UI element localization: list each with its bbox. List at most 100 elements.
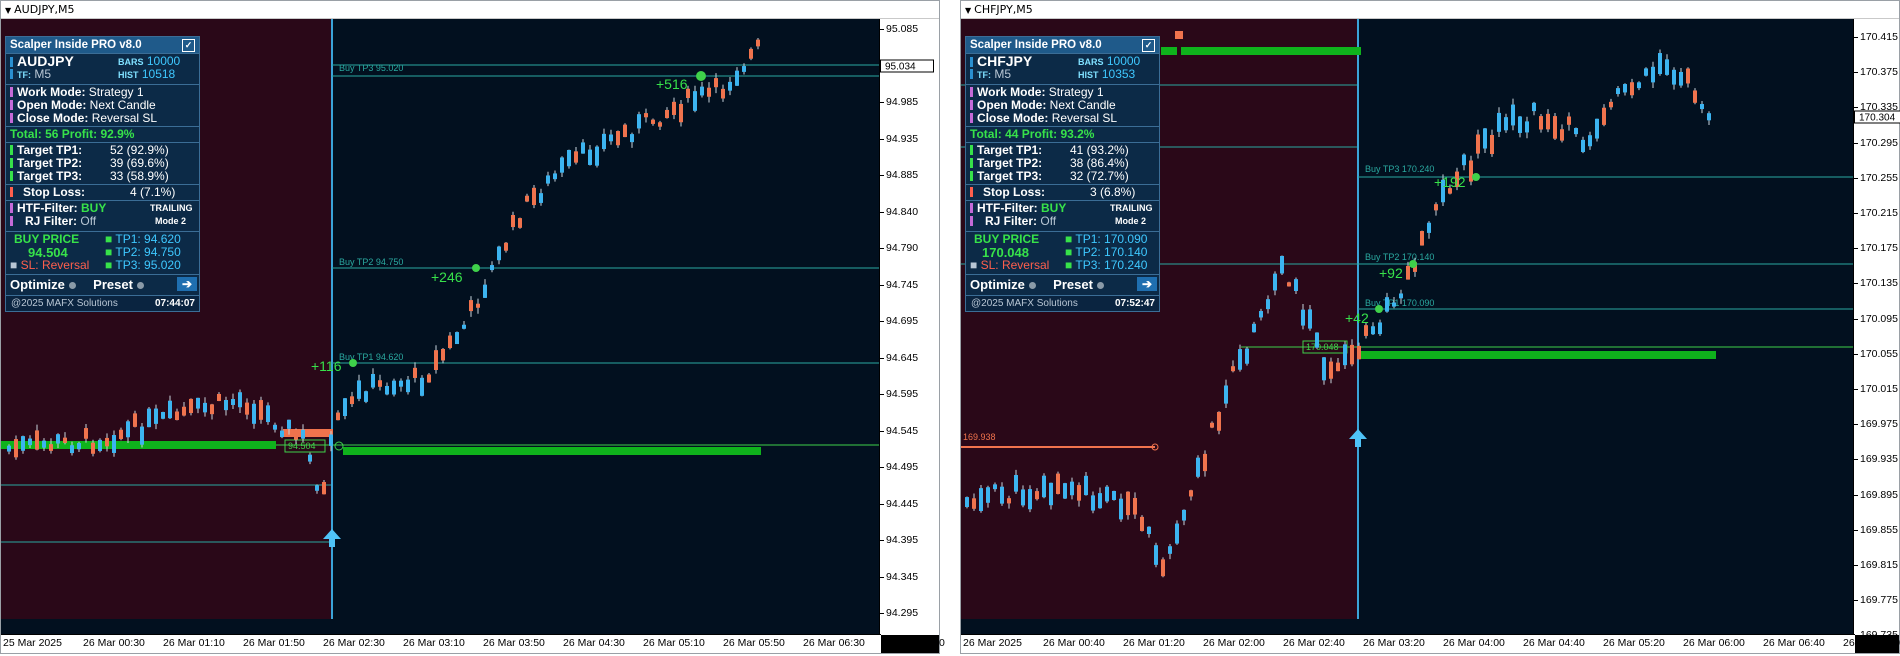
- tp3-level-label: Buy TP3 170.240: [1365, 164, 1434, 174]
- bull-candle: [1119, 498, 1123, 520]
- price-chart-plot[interactable]: Buy TP3 170.240 Buy TP2 170.140 Buy TP1 17…: [961, 19, 1855, 637]
- bull-candle: [637, 114, 641, 129]
- price-tick-label: 170.135: [1860, 277, 1898, 290]
- window-title-bar[interactable]: ▼ AUDJPY,M5: [1, 1, 939, 19]
- chart-window-right[interactable]: ▼ CHFJPY,M5 Buy TP3 170.240 Buy TP2 170.14…: [960, 0, 1900, 654]
- close-mode-value[interactable]: Reversal SL: [92, 111, 157, 125]
- htf-filter-label: HTF-Filter:: [17, 201, 78, 215]
- preset-button[interactable]: Preset: [93, 277, 133, 292]
- bull-candle: [126, 421, 130, 438]
- chart-window-left[interactable]: ▼ AUDJPY,M5 Buy TP3 95.020 Buy TP2 94.750 B…: [0, 0, 945, 656]
- bear-candle: [623, 124, 627, 138]
- panel-title: Scalper Inside PRO v8.0: [10, 39, 142, 51]
- time-tick-label: 26 Mar 01:20: [1123, 637, 1185, 649]
- optimize-toggle-icon[interactable]: [1028, 282, 1036, 290]
- tp3-hit-marker: [696, 71, 706, 81]
- preset-button[interactable]: Preset: [1053, 277, 1093, 292]
- sell-marker: [1175, 31, 1183, 39]
- bear-candle: [1007, 498, 1011, 504]
- bull-candle: [1399, 293, 1403, 299]
- panel-footer: @2025 MAFX Solutions 07:52:47: [966, 295, 1159, 311]
- optimize-button[interactable]: Optimize: [10, 277, 65, 292]
- time-tick-label: 26 Mar 03:50: [483, 637, 545, 649]
- time-tick-label: 26 Mar 04:40: [1523, 637, 1585, 649]
- bull-candle: [979, 488, 983, 511]
- open-mode-value[interactable]: Next Candle: [90, 98, 156, 112]
- bull-candle: [1063, 483, 1067, 499]
- trailing-label: TRAILING: [150, 203, 193, 213]
- bear-candle: [322, 482, 326, 495]
- window-title-bar[interactable]: ▼ CHFJPY,M5: [961, 1, 1899, 19]
- buy-price-section: BUY PRICE ■ TP1: 170.090 170.048 ■ TP2: 17…: [966, 231, 1159, 274]
- bull-candle: [42, 440, 46, 448]
- price-chart-plot[interactable]: Buy TP3 95.020 Buy TP2 94.750 Buy TP1 94.6…: [1, 19, 881, 637]
- htf-filter-value[interactable]: BUY: [1041, 201, 1066, 215]
- tp2-level-label: Buy TP2 94.750: [339, 257, 403, 267]
- bull-candle: [1021, 489, 1025, 506]
- optimize-toggle-icon[interactable]: [68, 282, 76, 290]
- price-tick-label: 170.215: [1860, 207, 1898, 219]
- time-axis[interactable]: 25 Mar 2025 26 Mar 00:30 26 Mar 01:10 26 Ma…: [1, 634, 945, 653]
- work-mode-value[interactable]: Strategy 1: [89, 85, 144, 99]
- trailing-mode[interactable]: Mode 2: [1115, 215, 1146, 228]
- time-axis[interactable]: 26 Mar 2025 26 Mar 00:40 26 Mar 01:20 26 Ma…: [961, 634, 1900, 653]
- price-tick-label: 170.375: [1860, 66, 1898, 79]
- bull-candle: [1637, 82, 1641, 89]
- trailing-mode[interactable]: Mode 2: [155, 215, 186, 228]
- bull-candle: [1623, 84, 1627, 93]
- bear-candle: [175, 411, 179, 421]
- targets-section: Target TP1: 41 (93.2%) Target TP2: 38 (86.…: [966, 142, 1159, 184]
- next-arrow-icon[interactable]: ➔: [1137, 277, 1157, 291]
- bull-candle: [1392, 302, 1396, 307]
- price-axis[interactable]: 95.085 95.034 94.985 94.935 94.885 94.840 94.7…: [879, 19, 939, 656]
- open-mode-value[interactable]: Next Candle: [1050, 98, 1116, 112]
- buy-zone-bar: [1361, 351, 1716, 359]
- tp2-pips-label: +92: [1379, 265, 1403, 281]
- tp2-hit-marker: [1409, 260, 1417, 268]
- price-tick-mark: [1854, 529, 1858, 531]
- panel-header[interactable]: Scalper Inside PRO v8.0 ✓: [966, 37, 1159, 53]
- bear-candle: [525, 195, 529, 202]
- current-price-label: 95.034: [880, 59, 934, 73]
- bars-value: 10000: [146, 54, 181, 68]
- work-mode-value[interactable]: Strategy 1: [1049, 85, 1104, 99]
- preset-toggle-icon[interactable]: [136, 282, 144, 290]
- bear-candle: [427, 374, 431, 383]
- rj-filter-label: RJ Filter:: [25, 214, 78, 228]
- bear-candle: [1126, 491, 1130, 516]
- bull-candle: [147, 408, 151, 428]
- price-tick-mark: [880, 430, 884, 432]
- bear-candle: [1630, 82, 1634, 96]
- bull-candle: [693, 91, 697, 111]
- tp3-label: Target TP3:: [977, 169, 1043, 183]
- sl-label: Stop Loss:: [983, 185, 1045, 199]
- panel-checkbox-icon[interactable]: ✓: [182, 39, 195, 52]
- price-tick-label: 169.895: [1860, 488, 1898, 501]
- rj-filter-value[interactable]: Off: [80, 214, 96, 228]
- next-arrow-icon[interactable]: ➔: [177, 277, 197, 291]
- bear-candle: [294, 429, 298, 440]
- preset-toggle-icon[interactable]: [1096, 282, 1104, 290]
- bull-candle: [455, 332, 459, 345]
- bull-candle: [308, 454, 312, 462]
- htf-filter-value[interactable]: BUY: [81, 201, 106, 215]
- panel-header[interactable]: Scalper Inside PRO v8.0 ✓: [6, 37, 199, 53]
- price-axis[interactable]: 170.415 170.375 170.335 170.295 170.255 170.2…: [1853, 19, 1900, 641]
- price-tick-mark: [1854, 248, 1858, 250]
- panel-checkbox-icon[interactable]: ✓: [1142, 39, 1155, 52]
- close-mode-value[interactable]: Reversal SL: [1052, 111, 1117, 125]
- bull-candle: [1427, 222, 1431, 233]
- window-menu-icon[interactable]: ▼: [5, 6, 11, 15]
- price-tick-mark: [1854, 107, 1858, 109]
- rj-filter-value[interactable]: Off: [1040, 214, 1056, 228]
- bear-candle: [1133, 497, 1137, 515]
- bull-candle: [1147, 526, 1151, 535]
- bull-candle: [399, 380, 403, 387]
- window-menu-icon[interactable]: ▼: [965, 6, 971, 15]
- optimize-button[interactable]: Optimize: [970, 277, 1025, 292]
- bull-candle: [1525, 121, 1529, 133]
- bull-candle: [742, 66, 746, 72]
- hist-value: 10353: [1101, 67, 1136, 81]
- bear-candle: [1406, 265, 1410, 280]
- total-profit: Total: 56 Profit: 92.9%: [10, 127, 135, 141]
